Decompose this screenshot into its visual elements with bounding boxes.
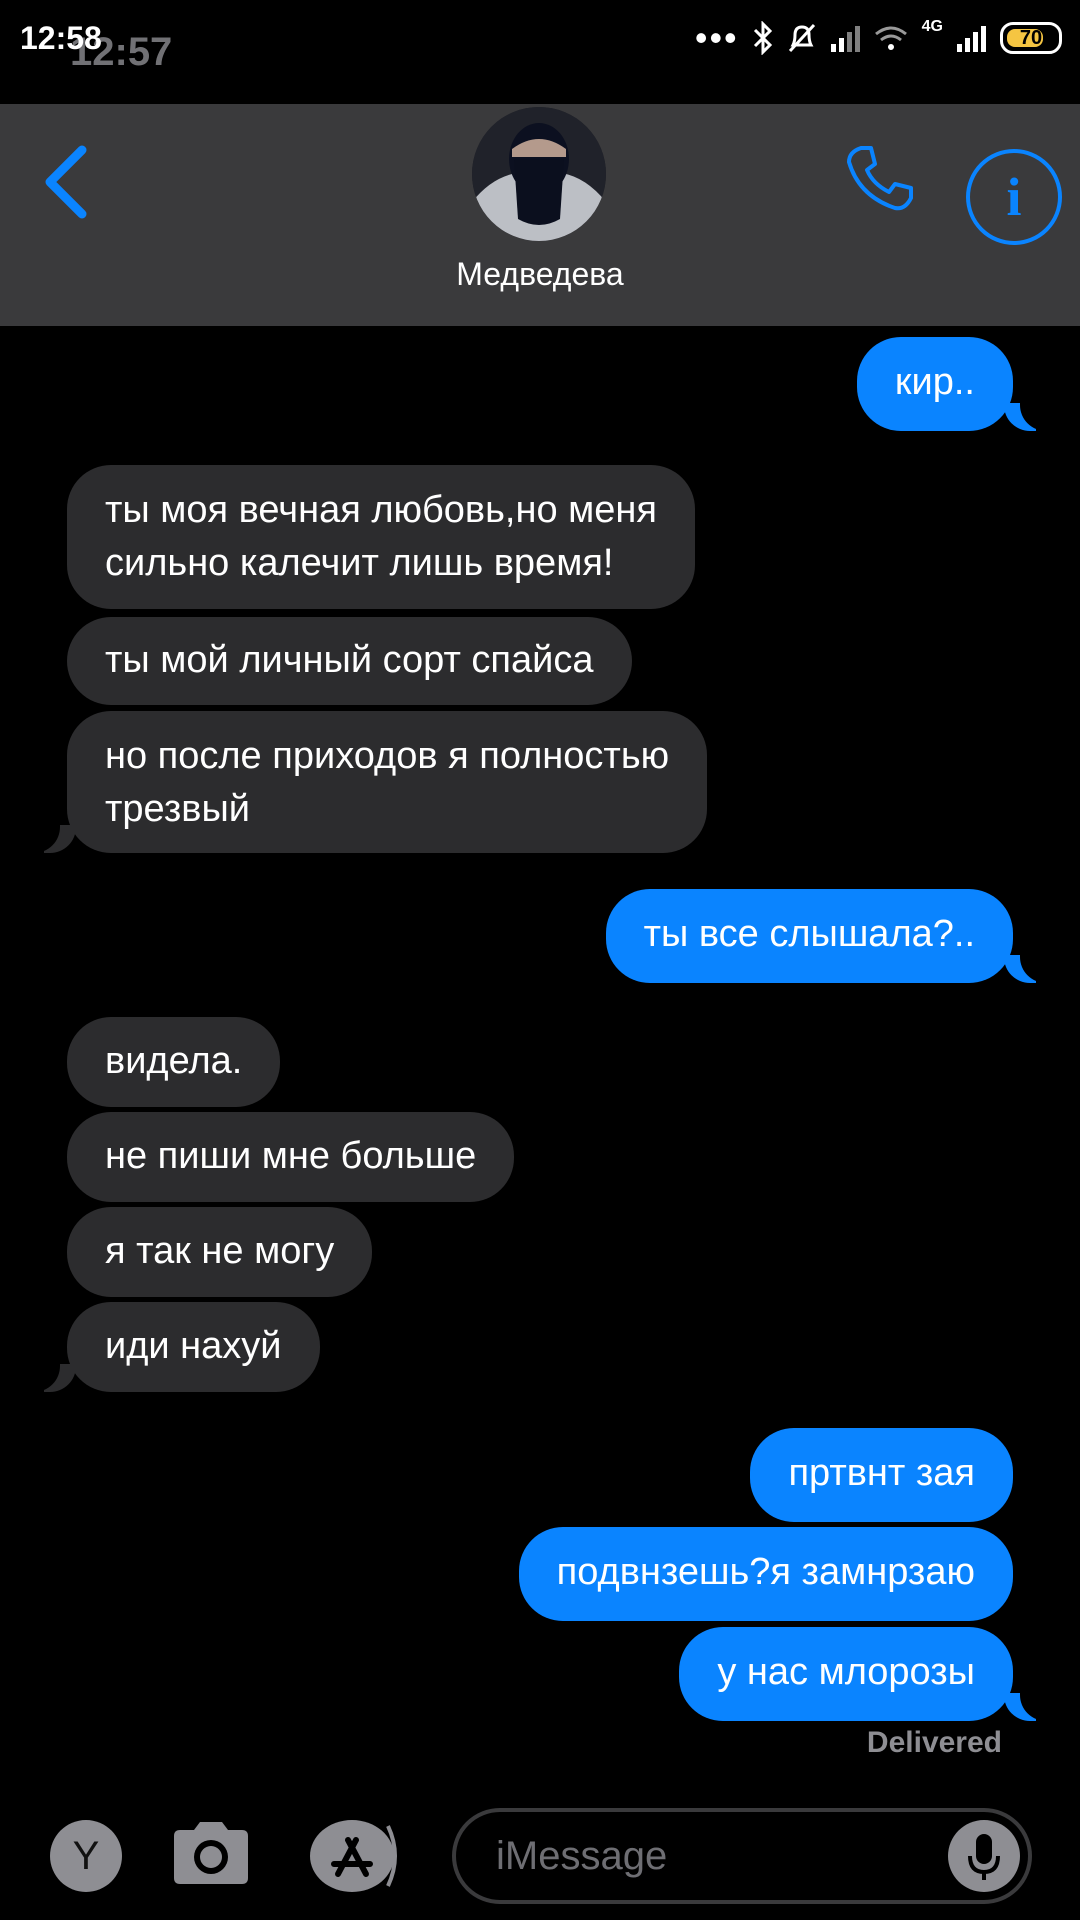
delivered-status: Delivered (866, 1726, 1002, 1759)
message-outgoing[interactable]: подвнзешь?я замнрзаю (518, 1527, 1013, 1621)
battery-level: 70 (1019, 26, 1043, 49)
signal-1-icon (830, 24, 860, 52)
message-incoming[interactable]: не пиши мне больше (67, 1112, 515, 1202)
status-clock: 12:58 (20, 20, 102, 56)
contact-avatar[interactable] (472, 107, 606, 241)
back-chevron-icon[interactable] (38, 142, 98, 222)
message-outgoing[interactable]: пртвнт зая (750, 1428, 1013, 1522)
info-icon[interactable]: i (966, 149, 1062, 245)
bubble-tail (1004, 1687, 1054, 1721)
signal-2-icon (957, 24, 986, 52)
message-outgoing[interactable]: у нас млорозы (679, 1627, 1013, 1721)
message-outgoing[interactable]: ты все слышала?.. (605, 889, 1013, 983)
bubble-tail (1004, 397, 1054, 431)
bubble-tail (26, 819, 76, 853)
phone-icon[interactable] (845, 144, 915, 214)
message-placeholder: iMessage (496, 1834, 668, 1878)
bluetooth-icon (753, 21, 772, 55)
message-input[interactable]: iMessage (452, 1808, 1032, 1904)
message-incoming[interactable]: я так не могу (67, 1207, 373, 1297)
message-incoming[interactable]: видела. (67, 1017, 281, 1107)
message-outgoing[interactable]: кир.. (856, 337, 1013, 431)
microphone-icon[interactable] (948, 1820, 1020, 1892)
app-button[interactable]: Y (50, 1820, 122, 1892)
silent-bell-icon (788, 23, 815, 53)
camera-icon[interactable] (170, 1820, 252, 1886)
composer-bar: Y iMessage (0, 1790, 1080, 1920)
wifi-icon (874, 26, 907, 50)
message-incoming[interactable]: иди нахуй (67, 1302, 320, 1392)
contact-name[interactable]: Медведева (0, 256, 1080, 293)
status-bar: 12:57 12:58 ••• 4G 70 (0, 0, 1080, 104)
message-incoming[interactable]: ты моя вечная любовь,но меня сильно кале… (67, 465, 695, 609)
avatar-photo (472, 107, 606, 241)
bubble-tail (1004, 949, 1054, 983)
battery-icon: 70 (1000, 22, 1062, 54)
status-icons: ••• 4G 70 (695, 18, 1062, 58)
bubble-tail (26, 1358, 76, 1392)
message-incoming[interactable]: но после приходов я полностью трезвый (67, 711, 708, 853)
message-incoming[interactable]: ты мой личный сорт спайса (67, 617, 632, 705)
network-label: 4G (921, 18, 943, 35)
conversation-header: Медведева i (0, 104, 1080, 326)
app-store-icon[interactable] (308, 1816, 404, 1896)
more-dots-icon: ••• (694, 17, 739, 58)
